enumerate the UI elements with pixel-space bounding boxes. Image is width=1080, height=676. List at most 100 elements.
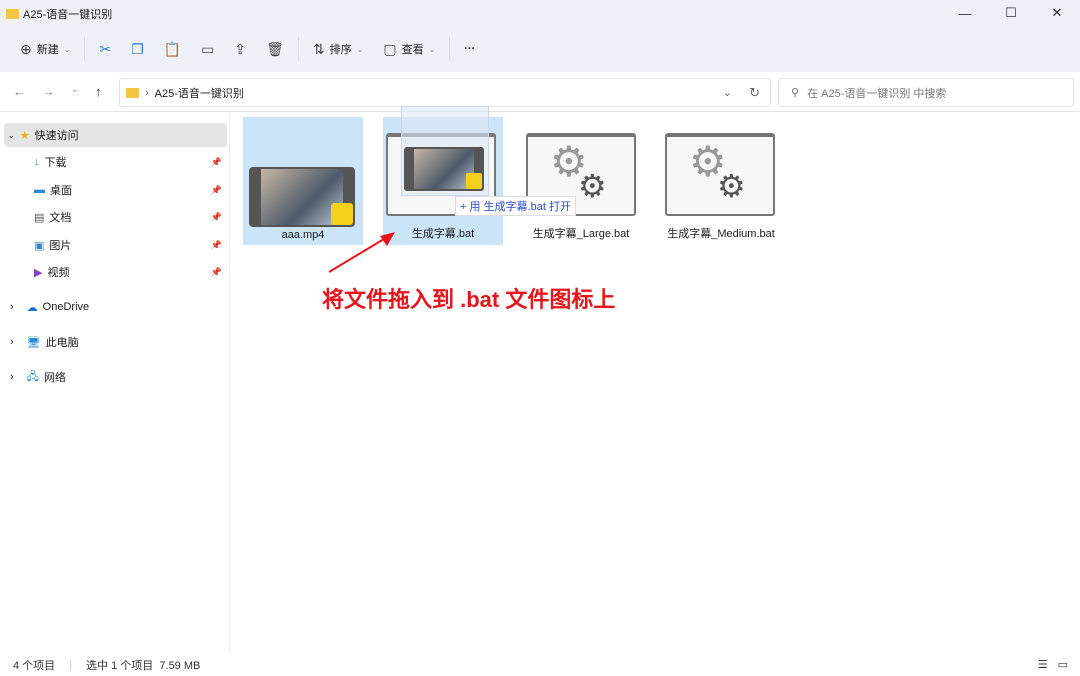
sort-button[interactable]: ⇅ 排序 ⌄ <box>303 36 373 62</box>
nav-bar: ← → ⌄ ↑ › A25-语音一键识别 ⌄ ↻ ⚲ 在 A25-语音一键识别 中… <box>0 72 1080 112</box>
file-name: 生成字幕_Large.bat <box>532 228 630 240</box>
pin-icon: 📌 <box>210 239 222 250</box>
document-icon: ▤ <box>34 211 45 224</box>
item-count: 4 个项目 <box>13 659 56 672</box>
sidebar-label: 此电脑 <box>45 337 79 349</box>
close-button[interactable]: ✕ <box>1034 0 1080 26</box>
share-icon: ⇪ <box>234 40 247 57</box>
file-item[interactable]: ⚙ ⚙ 生成字幕_Medium.bat <box>661 117 781 245</box>
sidebar-item-pictures[interactable]: ▣ 图片 📌 <box>0 233 228 257</box>
sort-label: 排序 <box>329 44 352 56</box>
new-button[interactable]: ⊕ 新建 ⌄ <box>10 36 80 62</box>
picture-icon: ▣ <box>34 239 45 252</box>
file-item[interactable]: ⚙ ⚙ 生成字幕_Large.bat <box>521 117 641 245</box>
divider <box>84 37 86 61</box>
navigation-pane: ⌄ ★ 快速访问 ↓ 下载 📌 ▬ 桌面 📌 ▤ 文档 📌 ▣ 图片 📌 ▶ 视频 📌 › ☁ OneDri… <box>0 113 230 653</box>
file-list: aaa.mp4 ⚙ 生成字幕.bat ⚙⚙ 生成字幕_Large.bat ⚙⚙ … <box>231 113 1080 653</box>
file-name: 生成字幕_Medium.bat <box>667 228 775 240</box>
player-badge-icon <box>331 203 353 225</box>
selection-info: 选中 1 个项目 7.59 MB <box>86 659 201 672</box>
computer-icon: 🖥 <box>26 336 41 349</box>
forward-button[interactable]: → <box>42 84 55 99</box>
pin-icon: 📌 <box>210 211 222 222</box>
refresh-icon[interactable]: ↻ <box>749 85 760 101</box>
chevron-right-icon: › <box>10 371 14 383</box>
file-name: 生成字幕.bat <box>411 228 475 240</box>
status-bar: 4 个项目 | 选中 1 个项目 7.59 MB ☰ ▭ <box>13 658 1068 672</box>
delete-button[interactable]: 🗑 <box>256 36 294 62</box>
share-button[interactable]: ⇪ <box>224 36 256 62</box>
up-button[interactable]: ↑ <box>95 84 102 99</box>
search-placeholder: 在 A25-语音一键识别 中搜索 <box>807 87 947 100</box>
recent-locations-button[interactable]: ⌄ <box>71 84 79 95</box>
maximize-button[interactable]: ☐ <box>988 0 1034 26</box>
view-label: 查看 <box>401 44 424 56</box>
scissors-icon: ✂ <box>99 40 112 57</box>
search-input[interactable]: ⚲ 在 A25-语音一键识别 中搜索 <box>778 78 1074 107</box>
rename-button[interactable]: ▭ <box>191 36 224 62</box>
annotation-text: 将文件拖入到 .bat 文件图标上 <box>322 287 616 312</box>
sidebar-item-quick-access[interactable]: ⌄ ★ 快速访问 <box>4 123 227 147</box>
chevron-down-icon: ⌄ <box>8 130 15 140</box>
cut-button[interactable]: ✂ <box>89 36 121 62</box>
more-icon: ··· <box>464 43 476 55</box>
sidebar-label: 下载 <box>44 157 67 169</box>
sidebar-item-videos[interactable]: ▶ 视频 📌 <box>0 260 228 284</box>
video-thumbnail <box>249 167 355 227</box>
paste-icon: 📋 <box>163 40 182 57</box>
folder-icon <box>6 9 19 19</box>
desktop-icon: ▬ <box>34 184 45 196</box>
more-button[interactable]: ··· <box>454 36 485 62</box>
cloud-icon: ☁ <box>26 301 38 314</box>
view-button[interactable]: ▢ 查看 ⌄ <box>373 36 445 62</box>
back-button[interactable]: ← <box>13 84 26 99</box>
annotation-arrow <box>328 232 395 273</box>
pin-icon: 📌 <box>210 156 222 167</box>
title-text: A25-语音一键识别 <box>23 9 113 21</box>
window-title: A25-语音一键识别 <box>6 6 112 22</box>
rename-icon: ▭ <box>201 40 215 57</box>
sort-icon: ⇅ <box>312 40 325 57</box>
sidebar-item-this-pc[interactable]: › 🖥 此电脑 <box>0 330 228 354</box>
details-view-icon[interactable]: ☰ <box>1038 658 1048 671</box>
chevron-down-icon: ⌄ <box>356 44 364 54</box>
chevron-down-icon[interactable]: ⌄ <box>723 86 732 99</box>
search-icon: ⚲ <box>791 87 800 99</box>
divider <box>449 37 451 61</box>
sidebar-item-desktop[interactable]: ▬ 桌面 📌 <box>0 178 228 202</box>
plus-circle-icon: ⊕ <box>20 40 32 57</box>
star-icon: ★ <box>19 129 30 142</box>
pin-icon: 📌 <box>210 266 222 277</box>
new-label: 新建 <box>36 44 59 56</box>
sidebar-item-documents[interactable]: ▤ 文档 📌 <box>0 205 228 229</box>
gear-icon: ⚙ <box>578 168 607 204</box>
minimize-button[interactable]: — <box>942 0 988 26</box>
tiles-view-icon[interactable]: ▭ <box>1058 658 1068 671</box>
file-item[interactable]: aaa.mp4 <box>243 117 363 245</box>
trash-icon: 🗑 <box>266 40 284 57</box>
paste-button[interactable]: 📋 <box>154 36 191 62</box>
title-bar: A25-语音一键识别 — ☐ ✕ ⊕ 新建 ⌄ ✂ ❐ 📋 ▭ ⇪ 🗑 ⇅ 排序 ⌄ ▢… <box>0 0 1080 72</box>
gear-icon: ⚙ <box>717 168 746 204</box>
address-bar[interactable]: › A25-语音一键识别 ⌄ ↻ <box>119 78 771 107</box>
drag-preview <box>401 106 489 196</box>
sidebar-label: 文档 <box>49 212 72 224</box>
sidebar-label: 视频 <box>47 267 70 279</box>
chevron-right-icon: › <box>10 301 14 313</box>
sidebar-label: OneDrive <box>42 301 90 313</box>
copy-button[interactable]: ❐ <box>121 36 154 62</box>
network-icon: 🖧 <box>26 370 39 383</box>
toolbar: ⊕ 新建 ⌄ ✂ ❐ 📋 ▭ ⇪ 🗑 ⇅ 排序 ⌄ ▢ 查看 ⌄ ··· <box>10 36 485 62</box>
sidebar-item-network[interactable]: › 🖧 网络 <box>0 365 228 389</box>
sidebar-item-downloads[interactable]: ↓ 下载 📌 <box>0 150 228 174</box>
sidebar-label: 网络 <box>43 372 66 384</box>
chevron-right-icon: › <box>145 86 149 99</box>
sidebar-label: 快速访问 <box>34 130 79 142</box>
sidebar-label: 桌面 <box>50 185 72 197</box>
view-icon: ▢ <box>383 40 397 57</box>
sidebar-item-onedrive[interactable]: › ☁ OneDrive <box>0 295 228 319</box>
batch-file-icon: ⚙ ⚙ <box>665 133 775 216</box>
breadcrumb[interactable]: A25-语音一键识别 <box>155 85 244 101</box>
chevron-down-icon: ⌄ <box>428 44 436 54</box>
copy-icon: ❐ <box>131 40 144 57</box>
